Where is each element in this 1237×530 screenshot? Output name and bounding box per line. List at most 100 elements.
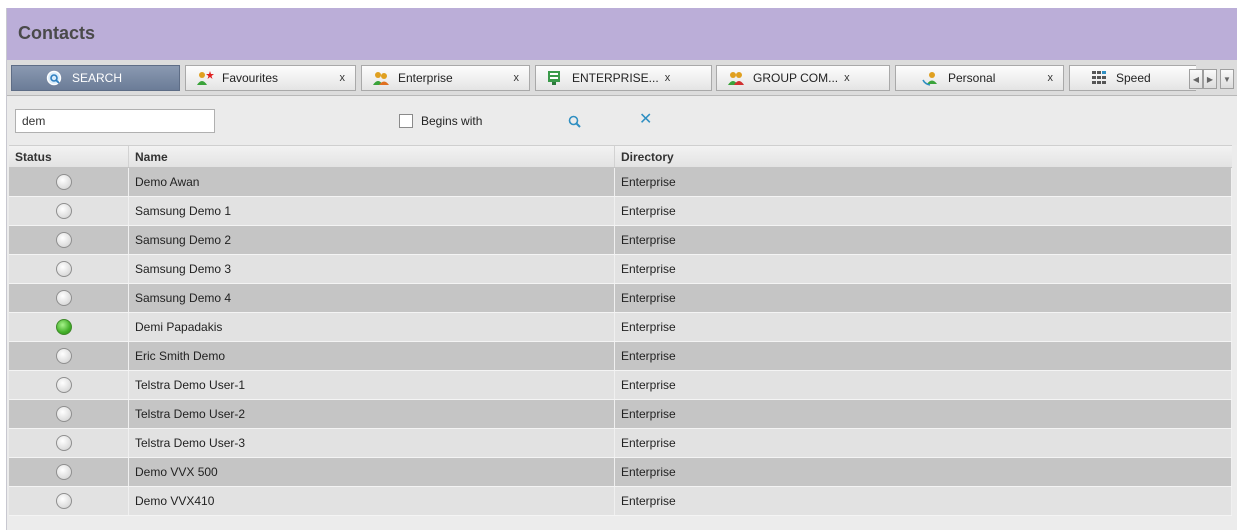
- tab-list-menu-button[interactable]: ▼: [1220, 69, 1234, 89]
- tab-enterprise[interactable]: Enterprise x: [361, 65, 530, 91]
- contact-directory: Enterprise: [615, 168, 1232, 196]
- status-offline-icon: [55, 406, 72, 422]
- contact-directory: Enterprise: [615, 487, 1232, 515]
- tab-personal[interactable]: Personal x: [895, 65, 1064, 91]
- tab-group-common[interactable]: GROUP COM... x: [716, 65, 890, 91]
- table-row[interactable]: Demo VVX410 Enterprise: [9, 487, 1232, 516]
- tab-personal-close-button[interactable]: x: [1048, 72, 1054, 84]
- search-input[interactable]: [15, 109, 215, 133]
- contacts-tab-strip: SEARCH Favourites x Enterprise x ENTERPR…: [7, 60, 1237, 96]
- tab-scroll-right-button[interactable]: ▶: [1203, 69, 1217, 89]
- tab-scroll-controls: ◀ ▶ ▼: [1189, 69, 1234, 89]
- tab-enterprise-directory[interactable]: ENTERPRISE... x: [535, 65, 712, 91]
- contact-name: Samsung Demo 2: [129, 226, 615, 254]
- status-cell: [9, 313, 129, 341]
- contact-name: Telstra Demo User-3: [129, 429, 615, 457]
- speed-dial-icon: [1092, 71, 1106, 84]
- table-row[interactable]: Demo VVX 500 Enterprise: [9, 458, 1232, 487]
- status-offline-icon: [55, 203, 72, 219]
- contact-directory: Enterprise: [615, 197, 1232, 225]
- status-cell: [9, 342, 129, 370]
- status-offline-icon: [55, 464, 72, 480]
- favourites-icon: [197, 71, 214, 85]
- contact-name: Samsung Demo 3: [129, 255, 615, 283]
- status-cell: [9, 168, 129, 196]
- status-cell: [9, 226, 129, 254]
- contact-directory: Enterprise: [615, 400, 1232, 428]
- begins-with-option[interactable]: Begins with: [399, 114, 482, 128]
- table-row[interactable]: Samsung Demo 1 Enterprise: [9, 197, 1232, 226]
- table-row[interactable]: Eric Smith Demo Enterprise: [9, 342, 1232, 371]
- column-header-directory[interactable]: Directory: [615, 146, 1232, 167]
- contact-name: Demi Papadakis: [129, 313, 615, 341]
- status-offline-icon: [55, 290, 72, 306]
- table-row[interactable]: Samsung Demo 2 Enterprise: [9, 226, 1232, 255]
- table-row[interactable]: Samsung Demo 3 Enterprise: [9, 255, 1232, 284]
- table-row[interactable]: Demi Papadakis Enterprise: [9, 313, 1232, 342]
- begins-with-checkbox[interactable]: [399, 114, 413, 128]
- status-cell: [9, 197, 129, 225]
- tab-speed-dial-label: Speed: [1116, 71, 1151, 85]
- contact-name: Telstra Demo User-2: [129, 400, 615, 428]
- personal-icon: [922, 72, 937, 86]
- status-offline-icon: [55, 174, 72, 190]
- status-cell: [9, 458, 129, 486]
- status-cell: [9, 284, 129, 312]
- contacts-table: Status Name Directory Demo Awan Enterpris…: [9, 145, 1232, 516]
- search-button[interactable]: [567, 114, 583, 130]
- search-icon: [46, 70, 62, 86]
- contact-directory: Enterprise: [615, 255, 1232, 283]
- contact-name: Telstra Demo User-1: [129, 371, 615, 399]
- contact-directory: Enterprise: [615, 458, 1232, 486]
- status-cell: [9, 400, 129, 428]
- table-row[interactable]: Telstra Demo User-1 Enterprise: [9, 371, 1232, 400]
- column-header-name[interactable]: Name: [129, 146, 615, 167]
- tab-enterprise-label: Enterprise: [398, 71, 453, 85]
- status-offline-icon: [55, 493, 72, 509]
- contact-directory: Enterprise: [615, 429, 1232, 457]
- contact-name: Demo VVX410: [129, 487, 615, 515]
- status-offline-icon: [55, 348, 72, 364]
- contact-name: Eric Smith Demo: [129, 342, 615, 370]
- table-header: Status Name Directory: [9, 145, 1232, 168]
- tab-enterprise-directory-close-button[interactable]: x: [665, 72, 671, 84]
- status-offline-icon: [55, 435, 72, 451]
- tab-favourites-close-button[interactable]: x: [340, 72, 346, 84]
- contact-name: Demo Awan: [129, 168, 615, 196]
- status-cell: [9, 487, 129, 515]
- tab-speed-dial[interactable]: Speed: [1069, 65, 1196, 91]
- contacts-header: Contacts: [7, 8, 1237, 60]
- clear-search-button[interactable]: ✕: [639, 111, 652, 129]
- tab-enterprise-close-button[interactable]: x: [514, 72, 520, 84]
- group-common-icon: [728, 72, 744, 85]
- contact-name: Samsung Demo 4: [129, 284, 615, 312]
- table-body: Demo Awan Enterprise Samsung Demo 1 Enterpr…: [9, 168, 1232, 516]
- contact-directory: Enterprise: [615, 284, 1232, 312]
- enterprise-directory-icon: [548, 71, 560, 85]
- tab-search-label: SEARCH: [72, 71, 123, 85]
- begins-with-label: Begins with: [421, 114, 483, 128]
- table-row[interactable]: Telstra Demo User-3 Enterprise: [9, 429, 1232, 458]
- page-title: Contacts: [18, 23, 96, 43]
- contact-name: Demo VVX 500: [129, 458, 615, 486]
- status-cell: [9, 371, 129, 399]
- contact-name: Samsung Demo 1: [129, 197, 615, 225]
- status-offline-icon: [55, 232, 72, 248]
- status-cell: [9, 255, 129, 283]
- tab-favourites-label: Favourites: [222, 71, 279, 85]
- tab-group-common-close-button[interactable]: x: [844, 72, 850, 84]
- tab-scroll-left-button[interactable]: ◀: [1189, 69, 1203, 89]
- tab-group-common-label: GROUP COM...: [753, 71, 839, 85]
- status-offline-icon: [55, 261, 72, 277]
- contact-directory: Enterprise: [615, 226, 1232, 254]
- enterprise-icon: [373, 72, 389, 85]
- contacts-panel: Contacts SEARCH Favourites x Enterprise …: [6, 8, 1237, 530]
- column-header-status[interactable]: Status: [9, 146, 129, 167]
- search-bar: Begins with ✕: [7, 96, 1237, 145]
- tab-favourites[interactable]: Favourites x: [185, 65, 356, 91]
- table-row[interactable]: Samsung Demo 4 Enterprise: [9, 284, 1232, 313]
- table-row[interactable]: Demo Awan Enterprise: [9, 168, 1232, 197]
- tab-personal-label: Personal: [948, 71, 996, 85]
- tab-search[interactable]: SEARCH: [11, 65, 180, 91]
- table-row[interactable]: Telstra Demo User-2 Enterprise: [9, 400, 1232, 429]
